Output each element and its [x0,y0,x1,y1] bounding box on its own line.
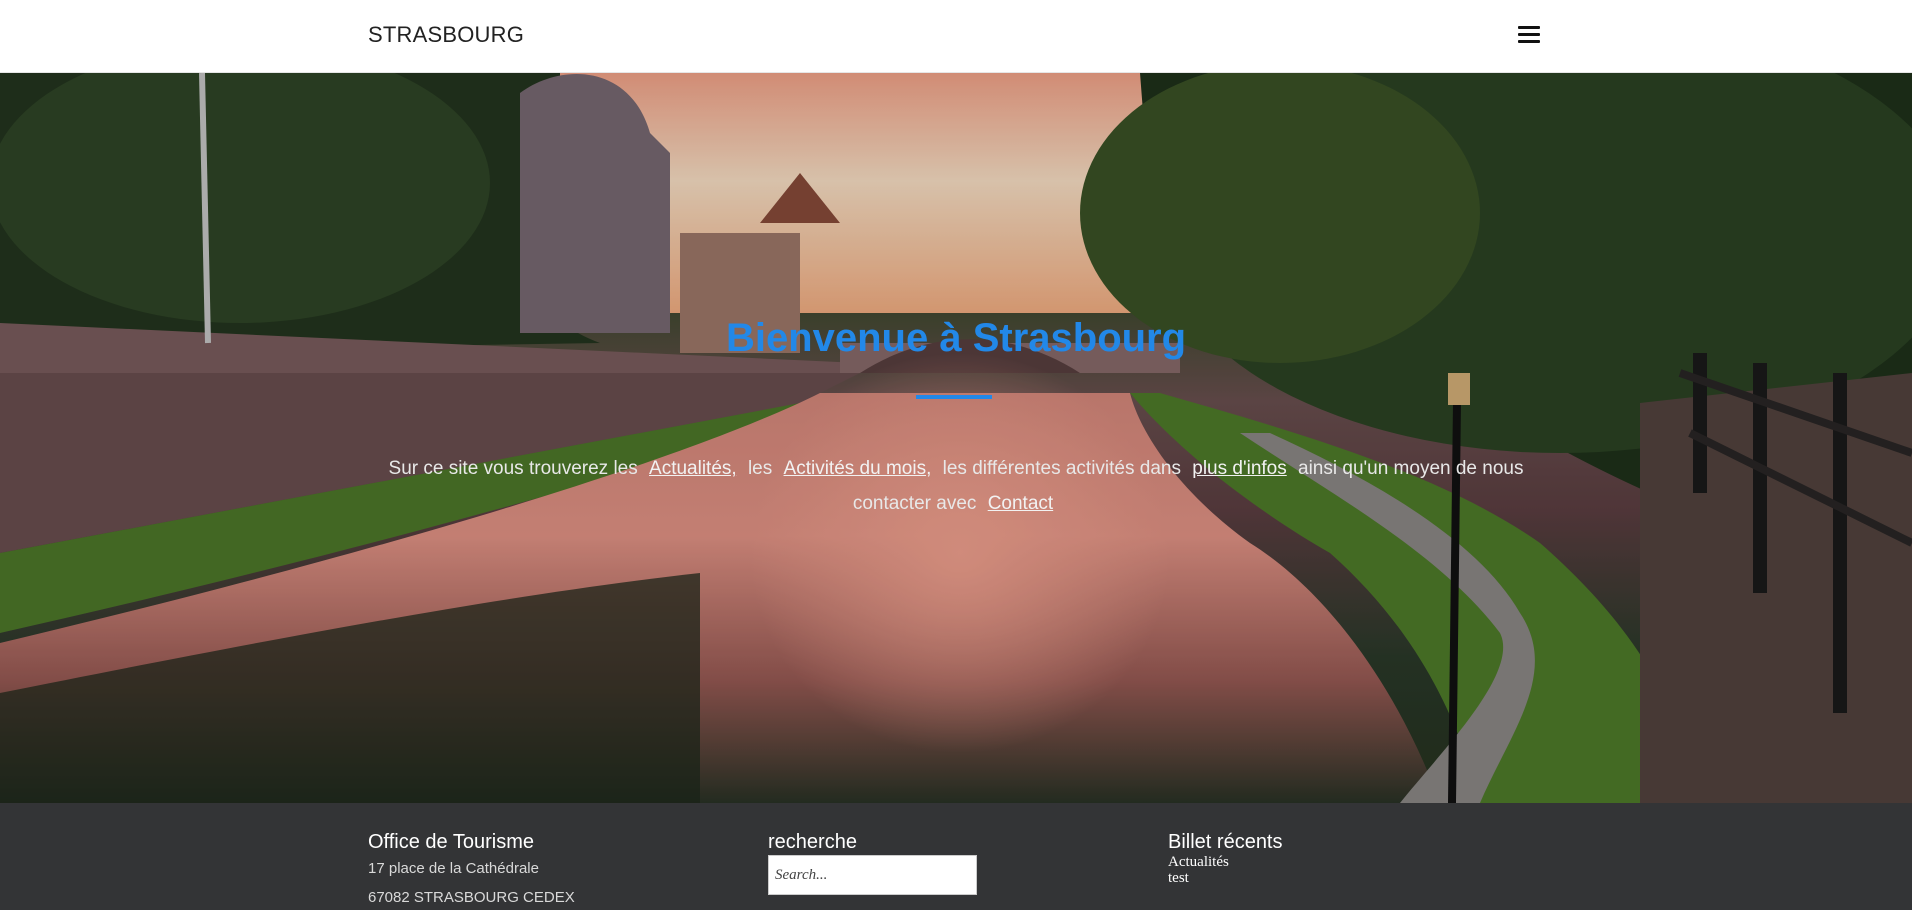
office-address-line-1: 17 place de la Cathédrale [368,860,539,877]
hero-intro-text: Sur ce site vous trouverez les Actualité… [380,451,1532,521]
site-header: STRASBOURG [0,0,1912,73]
link-activites-du-mois[interactable]: Activités du mois, [784,458,932,479]
recent-post-link[interactable]: Actualités [1168,854,1283,870]
recent-posts-list: Actualités test [1168,854,1283,886]
link-plus-d-infos[interactable]: plus d'infos [1192,458,1286,479]
hero-title-underline [916,395,992,399]
list-item: Actualités [1168,854,1283,870]
hero-background-image [0,73,1912,803]
search-input[interactable] [768,855,977,895]
site-brand-link[interactable]: STRASBOURG [368,22,524,48]
hero-intro-text-part: Sur ce site vous trouverez les [388,458,638,479]
link-actualites[interactable]: Actualités, [649,458,737,479]
footer-recent-title: Billet récents [1168,831,1283,853]
hero-title: Bienvenue à Strasbourg [725,316,1187,360]
list-item: test [1168,870,1283,886]
site-footer: Office de Tourisme 17 place de la Cathéd… [0,803,1912,910]
link-contact[interactable]: Contact [988,493,1053,514]
footer-search-title: recherche [768,831,857,853]
recent-post-link[interactable]: test [1168,870,1283,886]
footer-search-column: recherche [768,831,977,895]
hero-section: Bienvenue à Strasbourg Sur ce site vous … [0,73,1912,803]
hero-intro-text-part: les différentes activités dans [942,458,1181,479]
hamburger-menu-icon[interactable] [1518,26,1540,46]
office-address-line-2: 67082 STRASBOURG CEDEX [368,889,575,906]
hero-intro-text-part: les [747,458,773,479]
footer-office-title: Office de Tourisme [368,831,535,853]
footer-office-column: Office de Tourisme 17 place de la Cathéd… [368,831,575,910]
footer-recent-column: Billet récents Actualités test [1168,831,1283,886]
